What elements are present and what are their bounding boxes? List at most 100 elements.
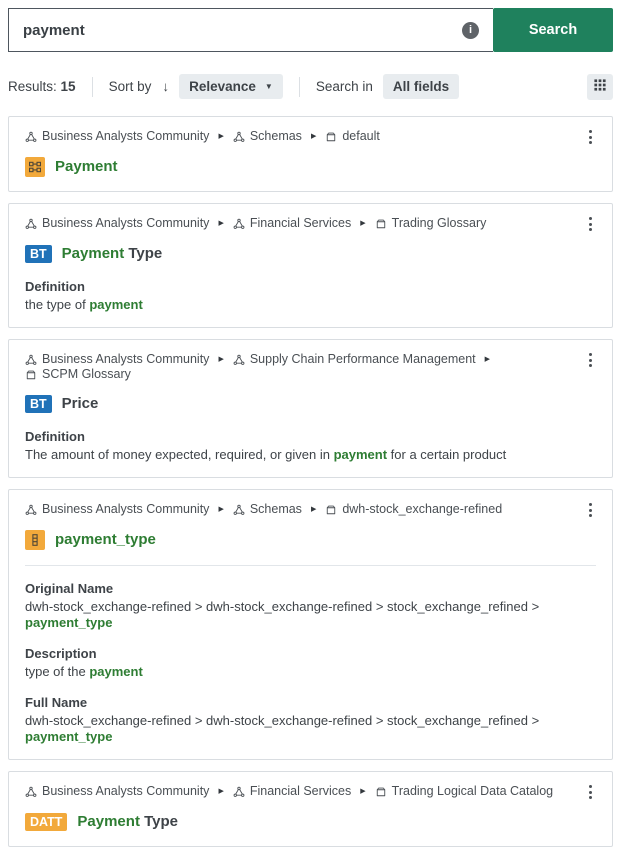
result-card: Business Analysts Community ▶ Financial Se… [8, 203, 613, 328]
domain-icon [375, 218, 387, 230]
field-value: dwh-stock_exchange-refined > dwh-stock_e… [25, 713, 596, 745]
community-icon [25, 504, 37, 516]
breadcrumb-separator-icon: ▶ [218, 216, 223, 231]
domain-icon [325, 504, 337, 516]
field-label: Description [25, 646, 596, 662]
grid-view-button[interactable] [587, 74, 613, 100]
kebab-menu-button[interactable] [585, 502, 596, 518]
result-field: DefinitionThe amount of money expected, … [25, 423, 596, 463]
breadcrumb-item[interactable]: Business Analysts Community [25, 784, 209, 799]
field-label: Original Name [25, 581, 596, 597]
result-title-row: BT Price [25, 394, 596, 414]
breadcrumb-item[interactable]: Business Analysts Community [25, 502, 209, 517]
card-header: Business Analysts Community ▶ Supply Chain… [25, 352, 596, 382]
breadcrumb: Business Analysts Community ▶ Financial Se… [25, 216, 585, 231]
search-input[interactable] [9, 22, 462, 39]
breadcrumb-separator-icon: ▶ [360, 216, 365, 231]
result-title-link[interactable]: Payment Type [77, 812, 178, 832]
breadcrumb-item[interactable]: Financial Services [233, 216, 351, 231]
breadcrumb-separator-icon: ▶ [218, 502, 223, 517]
result-card: Business Analysts Community▶Schemas▶defa… [8, 116, 613, 192]
highlighted-match: Payment [55, 158, 118, 175]
breadcrumb-item[interactable]: Business Analysts Community [25, 216, 209, 231]
results-count-value: 15 [61, 79, 76, 94]
breadcrumb-item[interactable]: Schemas [233, 502, 302, 517]
search-in-value: All fields [393, 79, 449, 94]
result-title-link[interactable]: Payment Type [62, 244, 163, 264]
breadcrumb-label: Schemas [250, 502, 302, 517]
breadcrumb-separator-icon: ▶ [485, 352, 490, 367]
results-toolbar: Results: 15 Sort by ↓ Relevance ▼ Search… [8, 73, 613, 100]
card-header: Business Analysts Community▶Schemas▶defa… [25, 129, 596, 145]
field-value: type of the payment [25, 664, 596, 680]
info-icon[interactable]: i [462, 22, 479, 39]
breadcrumb-label: Trading Logical Data Catalog [392, 784, 553, 799]
text-segment: for a certain product [387, 447, 506, 462]
toolbar-divider [299, 77, 300, 97]
breadcrumb-label: Trading Glossary [392, 216, 487, 231]
breadcrumb-item[interactable]: Supply Chain Performance Management [233, 352, 476, 367]
breadcrumb-item[interactable]: Financial Services [233, 784, 351, 799]
sort-dropdown[interactable]: Relevance ▼ [179, 74, 283, 99]
breadcrumb-item[interactable]: Business Analysts Community [25, 129, 209, 144]
text-segment: dwh-stock_exchange-refined > dwh-stock_e… [25, 599, 539, 614]
highlighted-match: payment_type [55, 531, 156, 548]
text-segment: Type [140, 813, 178, 830]
results-label: Results: [8, 79, 57, 94]
breadcrumb-label: Supply Chain Performance Management [250, 352, 476, 367]
breadcrumb-item[interactable]: dwh-stock_exchange-refined [325, 502, 502, 517]
results-count: Results: 15 [8, 79, 76, 94]
grid-view-icon [594, 79, 606, 94]
search-results-page: i Search Results: 15 Sort by ↓ Relevance… [0, 0, 621, 866]
breadcrumb-item[interactable]: SCPM Glossary [25, 367, 131, 382]
chevron-down-icon: ▼ [265, 82, 273, 91]
breadcrumb-item[interactable]: Business Analysts Community [25, 352, 209, 367]
breadcrumb-item[interactable]: Trading Glossary [375, 216, 487, 231]
result-title-row: payment_type [25, 530, 596, 550]
text-segment: Price [62, 395, 99, 412]
breadcrumb: Business Analysts Community ▶ Financial Se… [25, 784, 585, 799]
text-segment: dwh-stock_exchange-refined > dwh-stock_e… [25, 713, 539, 728]
search-button[interactable]: Search [493, 8, 613, 52]
kebab-menu-button[interactable] [585, 216, 596, 232]
card-header: Business Analysts Community ▶ Financial Se… [25, 784, 596, 800]
sort-descending-icon[interactable]: ↓ [162, 79, 169, 94]
sort-by-label: Sort by [109, 79, 152, 94]
result-title-link[interactable]: Price [62, 394, 99, 414]
result-title-link[interactable]: Payment [55, 157, 118, 177]
result-field: Description type of the payment [25, 640, 596, 680]
breadcrumb-item[interactable]: Schemas [233, 129, 302, 144]
breadcrumb-label: SCPM Glossary [42, 367, 131, 382]
search-in-label: Search in [316, 79, 373, 94]
asset-type-badge: BT [25, 395, 52, 413]
kebab-menu-button[interactable] [585, 129, 596, 145]
breadcrumb-separator-icon: ▶ [360, 784, 365, 799]
result-field: Full Namedwh-stock_exchange-refined > dw… [25, 689, 596, 745]
field-label: Definition [25, 279, 596, 295]
result-title-row: DATTPayment Type [25, 812, 596, 832]
card-divider [25, 565, 596, 566]
kebab-menu-button[interactable] [585, 352, 596, 368]
breadcrumb-item[interactable]: default [325, 129, 380, 144]
field-value: The amount of money expected, required, … [25, 447, 596, 463]
result-card: Business Analysts Community ▶ Financial Se… [8, 771, 613, 847]
domain-icon [375, 786, 387, 798]
breadcrumb-label: Schemas [250, 129, 302, 144]
text-segment: type of the [25, 664, 89, 679]
breadcrumb-label: Business Analysts Community [42, 352, 209, 367]
community-icon [25, 354, 37, 366]
search-in-button[interactable]: All fields [383, 74, 459, 99]
community-icon [233, 218, 245, 230]
breadcrumb: Business Analysts Community▶Schemas▶dwh-… [25, 502, 585, 517]
result-title-link[interactable]: payment_type [55, 530, 156, 550]
highlighted-match: Payment [62, 245, 125, 262]
breadcrumb-separator-icon: ▶ [218, 352, 223, 367]
breadcrumb-label: Business Analysts Community [42, 784, 209, 799]
kebab-menu-button[interactable] [585, 784, 596, 800]
breadcrumb-item[interactable]: Trading Logical Data Catalog [375, 784, 553, 799]
community-icon [233, 354, 245, 366]
community-icon [233, 504, 245, 516]
breadcrumb-separator-icon: ▶ [311, 129, 316, 144]
breadcrumb-label: default [342, 129, 380, 144]
card-header: Business Analysts Community▶Schemas▶dwh-… [25, 502, 596, 518]
